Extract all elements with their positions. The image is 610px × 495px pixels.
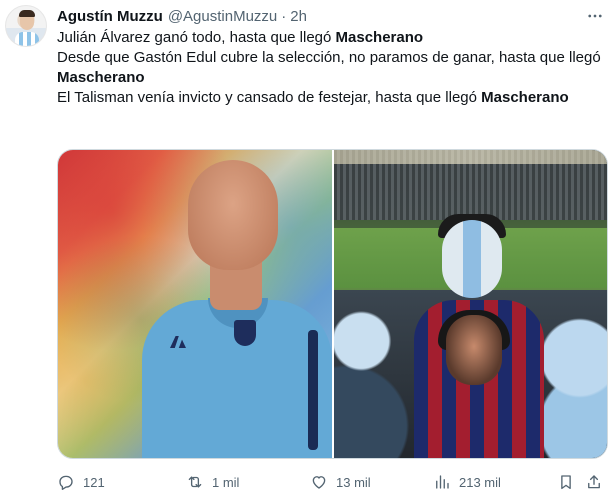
- tweet-line-3-bold: Mascherano: [481, 89, 569, 106]
- bookmark-icon: [561, 475, 571, 490]
- share-icon: [588, 475, 600, 489]
- tweet-header: Agustín Muzzu @AgustinMuzzu · 2h: [57, 6, 307, 26]
- more-icon[interactable]: [585, 6, 605, 26]
- more-icon-svg: [588, 14, 602, 18]
- author-name[interactable]: Agustín Muzzu: [57, 8, 163, 25]
- media-photo-2[interactable]: [334, 150, 607, 458]
- tweet-line-3-text: El Talisman venía invicto y cansado de f…: [57, 89, 482, 106]
- separator-dot: ·: [281, 7, 287, 25]
- author-handle[interactable]: @AgustinMuzzu: [168, 8, 277, 25]
- action-bar: 121 1 mil 13 mil 213 mil: [57, 470, 608, 494]
- tweet-text: Julián Álvarez ganó todo, hasta que lleg…: [57, 28, 605, 108]
- timestamp[interactable]: 2h: [290, 8, 307, 25]
- photo-1-face: [188, 160, 278, 270]
- media-grid: [57, 149, 608, 459]
- share-button[interactable]: [585, 470, 603, 494]
- avatar[interactable]: [5, 5, 47, 47]
- views-icon: [436, 475, 449, 489]
- tweet-line-2: Desde que Gastón Edul cubre la selección…: [57, 48, 605, 88]
- media-photo-1[interactable]: [58, 150, 332, 458]
- bookmark-button[interactable]: [557, 470, 575, 494]
- like-count: 13 mil: [336, 474, 371, 490]
- heart-icon: [312, 476, 326, 489]
- photo-2-lights: [334, 150, 607, 164]
- tweet-line-3: El Talisman venía invicto y cansado de f…: [57, 88, 605, 108]
- avatar-hair: [19, 10, 35, 17]
- avatar-shirt: [15, 32, 39, 46]
- tweet-line-1-bold: Mascherano: [335, 29, 424, 46]
- photo-1-sleeve-stripe: [308, 330, 318, 450]
- like-button[interactable]: 13 mil: [310, 470, 371, 494]
- photo-1-crest: [234, 320, 256, 346]
- retweet-button[interactable]: 1 mil: [186, 470, 239, 494]
- views-button[interactable]: 213 mil: [433, 470, 501, 494]
- tweet-line-1-text: Julián Álvarez ganó todo, hasta que lleg…: [57, 29, 336, 46]
- tweet-line-1: Julián Álvarez ganó todo, hasta que lleg…: [57, 28, 605, 48]
- tweet-line-2-text: Desde que Gastón Edul cubre la selección…: [57, 49, 601, 66]
- reply-icon: [59, 475, 73, 490]
- reply-button[interactable]: 121: [57, 470, 105, 494]
- photo-2-fan-face: [442, 220, 502, 298]
- tweet[interactable]: Agustín Muzzu @AgustinMuzzu · 2h Julián …: [0, 0, 610, 495]
- tweet-line-2-bold: Mascherano: [57, 69, 145, 86]
- views-count: 213 mil: [459, 474, 501, 490]
- reply-count: 121: [83, 474, 105, 490]
- photo-2-mask: [446, 315, 502, 385]
- retweet-icon: [188, 476, 202, 488]
- retweet-count: 1 mil: [212, 474, 240, 490]
